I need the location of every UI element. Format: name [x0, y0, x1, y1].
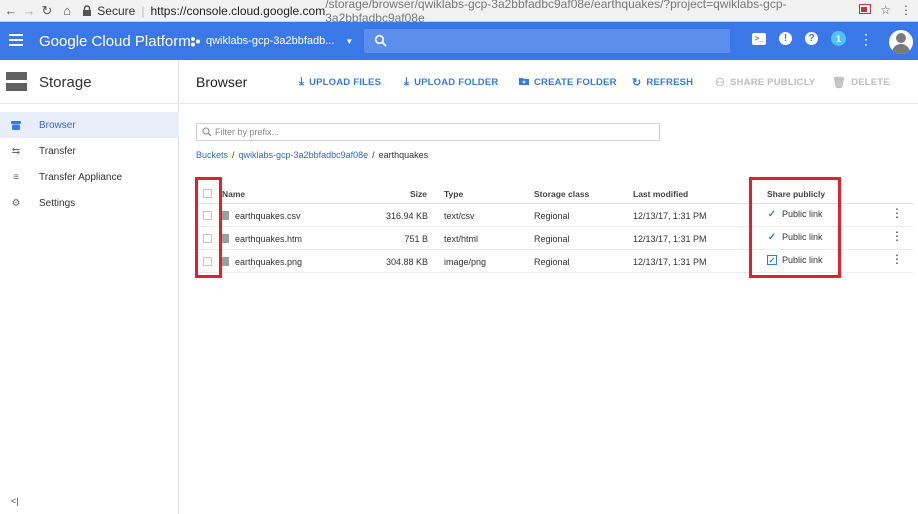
- storage-class: Regional: [534, 257, 570, 267]
- breadcrumb-bucket[interactable]: qwiklabs-gcp-3a2bbfadbc9af08e: [239, 150, 369, 160]
- share-publicly-column-highlight: [749, 177, 841, 278]
- file-icon: [222, 211, 229, 220]
- file-icon: [222, 234, 229, 243]
- forward-icon[interactable]: →: [20, 3, 38, 18]
- cast-icon[interactable]: [859, 3, 872, 17]
- lock-icon: [82, 5, 93, 17]
- project-name: qwiklabs-gcp-3a2bbfadb...: [206, 35, 335, 47]
- browser-menu-icon[interactable]: ⋮: [900, 3, 912, 17]
- sidebar-item-transfer[interactable]: ⇆ Transfer: [0, 138, 179, 164]
- file-name[interactable]: earthquakes.htm: [235, 234, 302, 244]
- sidebar-title: Storage: [39, 74, 92, 91]
- file-size: 304.88 KB: [385, 257, 428, 267]
- row-menu-icon[interactable]: ⋮: [891, 230, 903, 242]
- row-menu-icon[interactable]: ⋮: [891, 253, 903, 265]
- file-size: 316.94 KB: [385, 211, 428, 221]
- sidebar-item-transfer-appliance[interactable]: ≡ Transfer Appliance: [0, 164, 179, 190]
- more-options-icon[interactable]: ⋮: [859, 32, 873, 46]
- checkbox-column-highlight: [195, 177, 222, 278]
- collapse-sidebar-button[interactable]: <|: [11, 496, 19, 506]
- feedback-icon[interactable]: !: [779, 32, 792, 45]
- refresh-button[interactable]: ↻ REFRESH: [632, 76, 693, 89]
- sidebar-item-label: Transfer Appliance: [39, 171, 123, 183]
- column-header-name[interactable]: Name: [222, 189, 245, 199]
- search-icon: [202, 127, 212, 137]
- search-icon: [374, 34, 387, 47]
- reload-icon[interactable]: ↻: [38, 3, 56, 19]
- breadcrumb-folder: earthquakes: [378, 150, 429, 160]
- file-type: image/png: [444, 257, 487, 267]
- sidebar-header: Storage: [0, 60, 178, 104]
- sidebar-item-label: Transfer: [39, 145, 76, 157]
- column-header-size[interactable]: Size: [410, 189, 427, 199]
- file-type: text/html: [444, 234, 479, 244]
- new-folder-icon: [519, 76, 529, 88]
- bucket-icon: [11, 120, 21, 130]
- column-header-last-modified[interactable]: Last modified: [633, 189, 688, 199]
- file-type: text/csv: [444, 211, 475, 221]
- avatar[interactable]: [889, 30, 913, 54]
- last-modified: 12/13/17, 1:31 PM: [633, 257, 707, 267]
- filter-input[interactable]: Filter by prefix...: [196, 123, 660, 141]
- upload-icon: ⤓: [404, 76, 410, 88]
- cloud-shell-icon[interactable]: >_: [752, 32, 766, 45]
- row-menu-icon[interactable]: ⋮: [891, 207, 903, 219]
- brand-title[interactable]: Google Cloud Platform: [39, 33, 191, 50]
- file-name[interactable]: earthquakes.png: [235, 257, 302, 267]
- notifications-badge[interactable]: 1: [831, 31, 846, 46]
- secure-label: Secure: [97, 4, 136, 18]
- project-selector[interactable]: qwiklabs-gcp-3a2bbfadb... ▼: [190, 35, 353, 47]
- star-icon[interactable]: ☆: [880, 3, 891, 17]
- trash-icon: 🗑: [832, 77, 847, 89]
- upload-files-button[interactable]: ⤓ UPLOAD FILES: [299, 76, 381, 89]
- refresh-icon: ↻: [632, 77, 642, 89]
- file-size: 751 B: [404, 234, 428, 244]
- search-input[interactable]: [364, 29, 730, 53]
- back-icon[interactable]: ←: [2, 3, 20, 18]
- upload-folder-button[interactable]: ⤓ UPLOAD FOLDER: [404, 76, 498, 89]
- gcp-header: Google Cloud Platform qwiklabs-gcp-3a2bb…: [0, 22, 918, 60]
- people-icon: ⚇: [715, 77, 726, 89]
- menu-icon[interactable]: [9, 34, 23, 46]
- sidebar-item-settings[interactable]: ⚙ Settings: [0, 190, 179, 216]
- storage-class: Regional: [534, 211, 570, 221]
- gear-icon: ⚙: [11, 197, 21, 209]
- home-icon[interactable]: ⌂: [58, 3, 76, 18]
- last-modified: 12/13/17, 1:31 PM: [633, 234, 707, 244]
- sidebar-item-label: Settings: [39, 197, 76, 209]
- sidebar-item-label: Browser: [39, 119, 76, 131]
- help-icon[interactable]: ?: [805, 32, 818, 45]
- breadcrumb-buckets[interactable]: Buckets: [196, 150, 228, 160]
- filter-placeholder: Filter by prefix...: [215, 127, 280, 137]
- main-content: Browser ⤓ UPLOAD FILES ⤓ UPLOAD FOLDER CRE…: [180, 60, 918, 514]
- breadcrumb: Buckets / qwiklabs-gcp-3a2bbfadbc9af08e …: [196, 150, 429, 160]
- column-header-type[interactable]: Type: [444, 189, 463, 199]
- file-name[interactable]: earthquakes.csv: [235, 211, 301, 221]
- create-folder-button[interactable]: CREATE FOLDER: [519, 76, 617, 88]
- sidebar: Storage Browser ⇆ Transfer ≡ Transfer Ap…: [0, 60, 179, 514]
- storage-class: Regional: [534, 234, 570, 244]
- list-icon: ≡: [13, 171, 19, 183]
- share-publicly-button[interactable]: ⚇ SHARE PUBLICLY: [715, 76, 815, 89]
- toolbar: Browser ⤓ UPLOAD FILES ⤓ UPLOAD FOLDER CRE…: [180, 60, 918, 104]
- delete-button[interactable]: 🗑 DELETE: [832, 76, 890, 89]
- column-header-storage-class[interactable]: Storage class: [534, 189, 589, 199]
- url-host: https://console.cloud.google.com: [150, 4, 326, 18]
- chevron-down-icon: ▼: [345, 36, 354, 46]
- page-title: Browser: [196, 74, 248, 90]
- address-bar[interactable]: Secure | https://console.cloud.google.co…: [82, 0, 852, 25]
- browser-chrome: ← → ↻ ⌂ Secure | https://console.cloud.g…: [0, 0, 918, 25]
- upload-icon: ⤓: [299, 76, 305, 88]
- sidebar-item-browser[interactable]: Browser: [0, 112, 179, 138]
- storage-icon: [6, 72, 27, 91]
- project-icon: [191, 36, 200, 46]
- file-icon: [222, 257, 229, 266]
- last-modified: 12/13/17, 1:31 PM: [633, 211, 707, 221]
- transfer-icon: ⇆: [11, 145, 21, 157]
